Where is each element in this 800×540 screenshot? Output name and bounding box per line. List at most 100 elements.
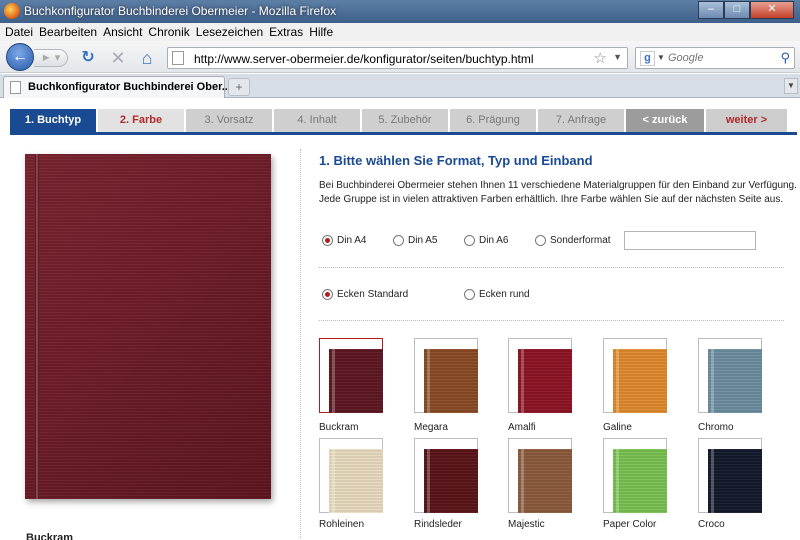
tab-label: Buchkonfigurator Buchbinderei Ober... [28, 81, 231, 93]
close-button[interactable]: ✕ [750, 1, 794, 19]
url-text[interactable]: http://www.server-obermeier.de/konfigura… [194, 52, 534, 66]
swatch-color [708, 449, 762, 513]
intro-text-line2: Jede Gruppe ist in vielen attraktiven Fa… [319, 194, 784, 205]
back-button[interactable]: ← [6, 43, 34, 71]
swatch-color [708, 349, 762, 413]
material-swatch-chromo[interactable] [698, 338, 762, 413]
menu-lesezeichen[interactable]: Lesezeichen [195, 23, 268, 41]
preview-caption: Buckram [26, 532, 74, 540]
swatch-color [518, 449, 572, 513]
radio-label: Ecken Standard [337, 289, 409, 300]
radio-label: Din A4 [337, 235, 367, 246]
home-icon[interactable]: ⌂ [137, 48, 157, 68]
next-step-button[interactable]: weiter > [706, 109, 787, 132]
radio-din-a5[interactable]: Din A5 [393, 235, 437, 246]
material-swatch-megara[interactable] [414, 338, 478, 413]
radio-button-selected[interactable] [322, 235, 333, 246]
radio-din-a6[interactable]: Din A6 [464, 235, 508, 246]
material-swatch-paper-color[interactable] [603, 438, 667, 513]
radio-button[interactable] [535, 235, 546, 246]
menu-bar: Datei Bearbeiten Ansicht Chronik Lesezei… [0, 23, 800, 41]
sonderformat-input[interactable] [624, 231, 756, 250]
material-label[interactable]: Buckram [319, 422, 358, 433]
radio-button[interactable] [464, 235, 475, 246]
url-dropdown-icon[interactable]: ▼ [613, 52, 622, 62]
steps-underline [10, 132, 797, 135]
material-swatch-galine[interactable] [603, 338, 667, 413]
radio-label: Ecken rund [479, 289, 530, 300]
search-bar: g ▼ ⚲ [635, 47, 795, 69]
step-zubehoer[interactable]: 5. Zubehör [362, 109, 448, 132]
page-icon [172, 51, 184, 65]
back-step-button[interactable]: < zurück [626, 109, 704, 132]
material-swatch-rindsleder[interactable] [414, 438, 478, 513]
google-icon[interactable]: g [640, 51, 655, 66]
swatch-color [329, 349, 383, 413]
material-label[interactable]: Croco [698, 519, 725, 530]
search-engine-dropdown-icon[interactable]: ▼ [657, 53, 665, 62]
stop-icon[interactable]: ✕ [108, 48, 128, 68]
column-divider [300, 149, 301, 539]
tab-konfigurator[interactable]: Buchkonfigurator Buchbinderei Ober... [3, 76, 231, 98]
menu-datei[interactable]: Datei [4, 23, 38, 41]
material-label[interactable]: Chromo [698, 422, 734, 433]
material-swatch-rohleinen[interactable] [319, 438, 383, 513]
step-anfrage[interactable]: 7. Anfrage [538, 109, 624, 132]
radio-ecken-rund[interactable]: Ecken rund [464, 289, 530, 300]
radio-sonderformat[interactable]: Sonderformat [535, 235, 611, 246]
firefox-icon [4, 3, 20, 19]
radio-label: Sonderformat [550, 235, 611, 246]
menu-hilfe[interactable]: Hilfe [308, 23, 338, 41]
section-divider [319, 320, 784, 321]
material-swatch-buckram[interactable] [319, 338, 383, 413]
material-label[interactable]: Majestic [508, 519, 545, 530]
material-swatch-croco[interactable] [698, 438, 762, 513]
maximize-button[interactable]: □ [724, 1, 750, 19]
tab-bar: Buchkonfigurator Buchbinderei Ober... + … [0, 74, 800, 98]
radio-button[interactable] [393, 235, 404, 246]
bookmark-star-icon[interactable]: ☆ [594, 49, 607, 67]
window-title: Buchkonfigurator Buchbinderei Obermeier … [24, 4, 337, 18]
window-controls: – □ ✕ [698, 1, 794, 19]
search-icon[interactable]: ⚲ [780, 50, 790, 66]
radio-din-a4[interactable]: Din A4 [322, 235, 366, 246]
new-tab-button[interactable]: + [228, 78, 250, 96]
menu-bearbeiten[interactable]: Bearbeiten [38, 23, 102, 41]
forward-button[interactable]: ► ▾ [34, 49, 68, 67]
swatch-color [424, 349, 478, 413]
minimize-button[interactable]: – [698, 1, 724, 19]
material-swatch-amalfi[interactable] [508, 338, 572, 413]
search-input[interactable] [668, 50, 776, 66]
swatch-color [424, 449, 478, 513]
tab-page-icon [10, 81, 21, 94]
material-label[interactable]: Rindsleder [414, 519, 462, 530]
web-page: 1. Buchtyp 2. Farbe 3. Vorsatz 4. Inhalt… [0, 99, 800, 540]
step-farbe[interactable]: 2. Farbe [98, 109, 184, 132]
material-label[interactable]: Galine [603, 422, 632, 433]
radio-ecken-standard[interactable]: Ecken Standard [322, 289, 408, 300]
book-spine [35, 154, 39, 499]
swatch-color [613, 449, 667, 513]
navigation-toolbar: ← ► ▾ ↻ ✕ ⌂ http://www.server-obermeier.… [0, 41, 800, 73]
tab-list-icon[interactable]: ▼ [784, 78, 798, 94]
step-praegung[interactable]: 6. Prägung [450, 109, 536, 132]
material-swatch-majestic[interactable] [508, 438, 572, 513]
step-inhalt[interactable]: 4. Inhalt [274, 109, 360, 132]
step-buchtyp[interactable]: 1. Buchtyp [10, 109, 96, 132]
reload-icon[interactable]: ↻ [78, 48, 98, 68]
menu-chronik[interactable]: Chronik [147, 23, 194, 41]
material-label[interactable]: Megara [414, 422, 448, 433]
step-vorsatz[interactable]: 3. Vorsatz [186, 109, 272, 132]
material-label[interactable]: Amalfi [508, 422, 536, 433]
url-bar[interactable]: http://www.server-obermeier.de/konfigura… [167, 47, 628, 69]
section-heading: 1. Bitte wählen Sie Format, Typ und Einb… [319, 153, 593, 168]
intro-text-line1: Bei Buchbinderei Obermeier stehen Ihnen … [319, 180, 797, 191]
radio-button[interactable] [464, 289, 475, 300]
material-label[interactable]: Paper Color [603, 519, 656, 530]
step-navigation: 1. Buchtyp 2. Farbe 3. Vorsatz 4. Inhalt… [10, 109, 797, 132]
material-label[interactable]: Rohleinen [319, 519, 364, 530]
menu-ansicht[interactable]: Ansicht [102, 23, 147, 41]
radio-button-selected[interactable] [322, 289, 333, 300]
menu-extras[interactable]: Extras [268, 23, 308, 41]
radio-label: Din A5 [408, 235, 438, 246]
